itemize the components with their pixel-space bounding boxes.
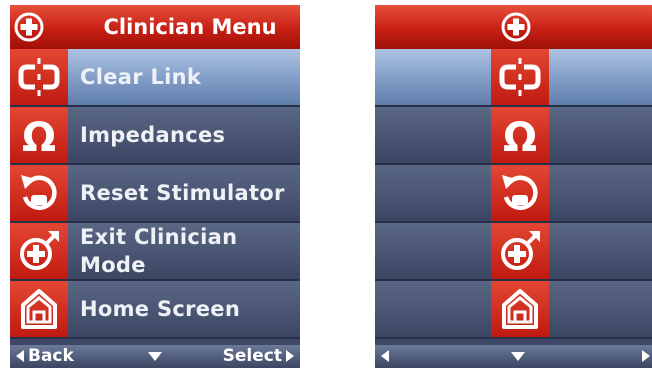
select-label: Select [222, 346, 282, 366]
menu-item-label: Home Screen [80, 297, 241, 321]
icon-row-impedances[interactable] [375, 107, 652, 165]
clear-link-icon [17, 55, 61, 99]
back-softkey[interactable] [381, 346, 393, 366]
exit-plus-icon-cell [491, 223, 549, 279]
clear-link-icon-cell [10, 49, 68, 105]
left-arrow-icon [16, 350, 24, 362]
icon-row-reset-stimulator[interactable] [375, 165, 652, 223]
icon-row-clear-link[interactable] [375, 49, 652, 107]
menu-item-clear-link[interactable]: Clear Link [10, 49, 300, 107]
home-icon [17, 287, 61, 331]
select-softkey[interactable]: Select [223, 346, 294, 366]
icon-row-home-screen[interactable] [375, 281, 652, 339]
icon-row-exit-clinician-mode[interactable] [375, 223, 652, 281]
icon-menu-screen [375, 5, 652, 368]
menu-item-label: Reset Stimulator [80, 181, 285, 205]
softkey-bar: Back Select [10, 345, 300, 368]
menu-item-home-screen[interactable]: Home Screen [10, 281, 300, 339]
menu-title: Clinician Menu [103, 15, 277, 39]
menu-item-impedances[interactable]: Impedances [10, 107, 300, 165]
reset-icon-cell [491, 165, 549, 221]
exit-plus-icon [498, 229, 542, 273]
exit-plus-icon [17, 229, 61, 273]
menu-item-label: Exit Clinician Mode [80, 225, 238, 277]
home-icon-cell [491, 281, 549, 337]
menu-header: Clinician Menu [10, 5, 300, 49]
omega-icon [17, 113, 61, 157]
right-arrow-icon [286, 350, 294, 362]
plus-circle-icon [14, 12, 44, 42]
omega-icon-cell [10, 107, 68, 163]
menu-item-label: Impedances [80, 123, 226, 147]
menu-item-label: Clear Link [80, 65, 202, 89]
menu-header [375, 5, 652, 49]
clinician-menu-screen: Clinician Menu Clear Link Impedances Res… [10, 5, 300, 368]
left-arrow-icon [381, 350, 389, 362]
back-label: Back [28, 346, 74, 366]
clear-link-icon-cell [491, 49, 549, 105]
reset-icon [17, 171, 61, 215]
menu-item-exit-clinician-mode[interactable]: Exit Clinician Mode [10, 223, 300, 281]
reset-icon-cell [10, 165, 68, 221]
select-softkey[interactable] [638, 346, 650, 366]
home-icon [498, 287, 542, 331]
down-arrow-icon[interactable] [148, 352, 162, 361]
down-arrow-icon[interactable] [511, 352, 525, 361]
omega-icon [498, 113, 542, 157]
right-arrow-icon [642, 350, 650, 362]
menu-item-reset-stimulator[interactable]: Reset Stimulator [10, 165, 300, 223]
clear-link-icon [498, 55, 542, 99]
softkey-bar [375, 345, 652, 368]
home-icon-cell [10, 281, 68, 337]
back-softkey[interactable]: Back [16, 346, 74, 366]
plus-circle-icon [501, 12, 531, 42]
omega-icon-cell [491, 107, 549, 163]
reset-icon [498, 171, 542, 215]
exit-plus-icon-cell [10, 223, 68, 279]
